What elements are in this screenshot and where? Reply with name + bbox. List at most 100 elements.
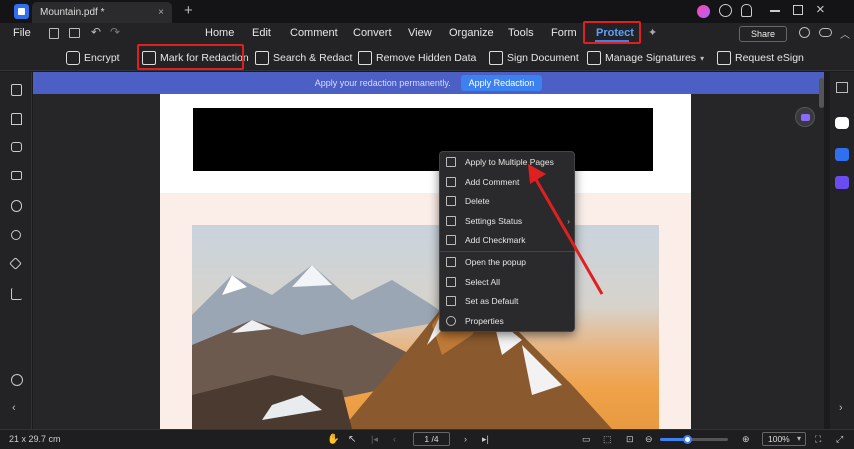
menu-view[interactable]: View: [408, 27, 432, 39]
maximize-icon[interactable]: [793, 5, 803, 15]
menu-edit[interactable]: Edit: [252, 27, 271, 39]
cloud-icon[interactable]: [819, 28, 832, 37]
sign-document-button[interactable]: Sign Document: [489, 48, 579, 68]
checkmark-icon: [446, 235, 456, 245]
bookmark-icon[interactable]: [11, 113, 22, 125]
layers-icon[interactable]: [9, 257, 22, 270]
remove-hidden-data-button[interactable]: Remove Hidden Data: [358, 48, 476, 68]
manage-signatures-icon: [587, 51, 601, 65]
zoom-out-icon[interactable]: ⊖: [645, 434, 653, 445]
redaction-banner: Apply your redaction permanently. Apply …: [33, 72, 824, 94]
manage-signatures-label: Manage Signatures: [605, 52, 697, 64]
request-esign-button[interactable]: Request eSign: [717, 48, 804, 68]
new-tab-button[interactable]: +: [184, 2, 193, 19]
fit-screen-icon[interactable]: ⤢: [836, 434, 843, 445]
zoom-chevron-icon: ▾: [796, 434, 801, 443]
select-tool-icon[interactable]: ↖: [348, 434, 356, 445]
menu-form[interactable]: Form: [551, 27, 577, 39]
menu-properties-label: Properties: [465, 316, 504, 326]
collapse-toolbar-icon[interactable]: ︿: [840, 26, 850, 41]
document-tab[interactable]: Mountain.pdf * ×: [32, 2, 172, 23]
print-icon[interactable]: [69, 28, 80, 38]
request-esign-label: Request eSign: [735, 52, 804, 64]
menu-select-all-label: Select All: [465, 277, 500, 287]
redo-icon[interactable]: ↷: [110, 25, 120, 39]
status-icon: [446, 216, 456, 226]
fit-page-icon[interactable]: ⬚: [603, 434, 612, 445]
search-redact-icon: [255, 51, 269, 65]
mark-redaction-highlight-box: [137, 44, 244, 70]
undo-icon[interactable]: ↶: [91, 25, 101, 39]
right-sidebar: ›: [830, 72, 854, 429]
check-shield-icon[interactable]: [835, 176, 849, 189]
share-button[interactable]: Share: [739, 26, 787, 42]
zoom-select[interactable]: 100% ▾: [762, 432, 806, 446]
fullscreen-icon[interactable]: ⛶: [815, 434, 821, 445]
avatar[interactable]: [697, 5, 710, 18]
zoom-value: 100%: [768, 434, 790, 444]
menu-properties[interactable]: Properties: [446, 312, 570, 330]
page-number-input[interactable]: 1 /4: [413, 432, 450, 446]
window-close-icon[interactable]: ×: [816, 1, 825, 18]
ai-chat-icon[interactable]: [835, 117, 849, 129]
signature-icon[interactable]: [11, 288, 22, 300]
search-redact-label: Search & Redact: [273, 52, 353, 64]
fit-width-icon[interactable]: ⊡: [626, 434, 634, 445]
lock-icon: [66, 51, 80, 65]
sign-document-label: Sign Document: [507, 52, 579, 64]
help-circle-icon[interactable]: [11, 374, 23, 386]
lightbulb-icon[interactable]: ✦: [648, 26, 657, 39]
banner-text: Apply your redaction permanently.: [314, 78, 451, 88]
save-icon[interactable]: [49, 28, 59, 39]
thumbnails-icon[interactable]: [11, 84, 22, 96]
vertical-scrollbar[interactable]: [819, 78, 824, 108]
collapse-right-icon[interactable]: ›: [839, 402, 843, 414]
app-logo-icon: [14, 4, 29, 19]
remove-hidden-data-icon: [358, 51, 372, 65]
layers-panel-icon[interactable]: [11, 171, 22, 180]
zoom-slider[interactable]: [660, 435, 728, 444]
tab-close-icon[interactable]: ×: [158, 7, 164, 18]
next-page-icon[interactable]: ›: [464, 434, 467, 444]
properties-panel-icon[interactable]: [836, 82, 848, 93]
prev-page-icon[interactable]: ‹: [393, 434, 396, 444]
apply-redaction-button[interactable]: Apply Redaction: [460, 75, 543, 91]
menu-tools[interactable]: Tools: [508, 27, 534, 39]
notification-bell-icon[interactable]: [741, 4, 752, 17]
menu-comment[interactable]: Comment: [290, 27, 338, 39]
document-tab-title: Mountain.pdf *: [40, 7, 105, 18]
trash-icon: [446, 196, 456, 206]
last-page-icon[interactable]: ▸|: [482, 434, 489, 445]
menu-set-default-label: Set as Default: [465, 296, 519, 306]
translate-icon[interactable]: [835, 148, 849, 161]
collapse-left-icon[interactable]: ‹: [12, 402, 16, 414]
search-icon[interactable]: [11, 230, 21, 240]
protect-toolbar: Encrypt Mark for Redaction Search & Reda…: [0, 44, 854, 71]
request-esign-icon: [717, 51, 731, 65]
comment-icon[interactable]: [11, 142, 22, 152]
minimize-icon[interactable]: [770, 10, 780, 12]
menu-convert[interactable]: Convert: [353, 27, 392, 39]
zoom-in-icon[interactable]: ⊕: [742, 434, 750, 445]
pages-icon: [446, 157, 456, 167]
default-icon: [446, 296, 456, 306]
menu-organize[interactable]: Organize: [449, 27, 494, 39]
manage-signatures-button[interactable]: Manage Signatures ▾: [587, 48, 704, 68]
menu-home[interactable]: Home: [205, 27, 234, 39]
encrypt-button[interactable]: Encrypt: [66, 48, 120, 68]
page-layout-icon[interactable]: ▭: [582, 434, 591, 445]
annotation-arrow: [528, 164, 604, 295]
help-icon[interactable]: [719, 4, 732, 17]
search-redact-button[interactable]: Search & Redact: [255, 48, 352, 68]
ai-assistant-button[interactable]: [795, 107, 815, 127]
comment-icon: [446, 177, 456, 187]
attachment-icon[interactable]: [11, 200, 22, 212]
menu-bar: File ↶ ↷ Home Edit Comment Convert View …: [0, 23, 854, 44]
menu-delete-label: Delete: [465, 196, 490, 206]
connect-icon[interactable]: [799, 27, 810, 38]
hand-tool-icon[interactable]: ✋: [327, 434, 339, 445]
first-page-icon[interactable]: |◂: [371, 434, 378, 445]
zoom-slider-knob[interactable]: [683, 435, 692, 444]
popup-icon: [446, 257, 456, 267]
file-menu[interactable]: File: [13, 27, 31, 39]
